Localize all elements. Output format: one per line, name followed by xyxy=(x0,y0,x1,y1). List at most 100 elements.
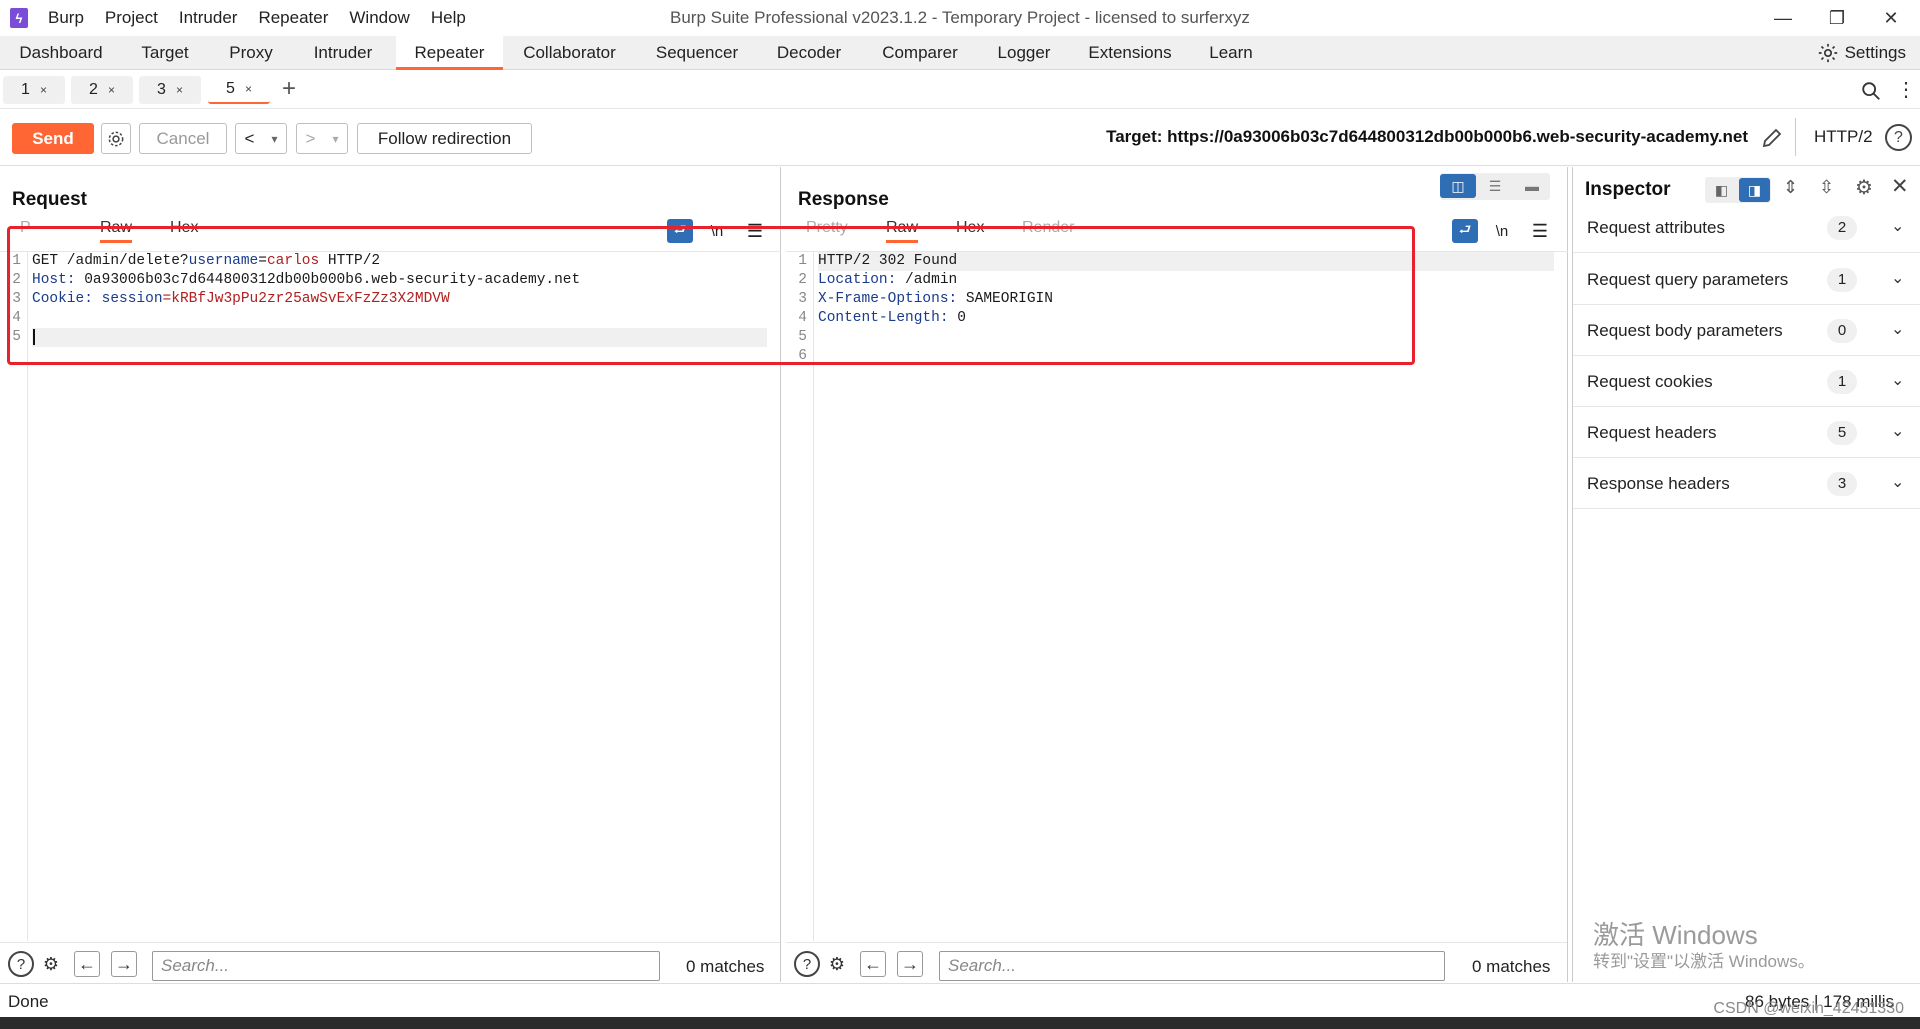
repeater-tab-1[interactable]: 1 × xyxy=(3,76,65,104)
forward-arrow-icon: > xyxy=(305,128,316,148)
menu-repeater[interactable]: Repeater xyxy=(258,8,328,28)
response-search-bar: ? ⚙ ← → Search... 0 matches xyxy=(786,942,1567,982)
close-icon[interactable]: ✕ xyxy=(1891,174,1909,199)
previous-match-icon[interactable]: ← xyxy=(860,951,886,977)
menu-project[interactable]: Project xyxy=(105,8,158,28)
next-match-icon[interactable]: → xyxy=(897,951,923,977)
inspector-row-request-cookies[interactable]: Request cookies 1 ⌄ xyxy=(1573,356,1920,407)
close-window-icon[interactable]: ✕ xyxy=(1871,4,1911,32)
inspector-row-query-parameters[interactable]: Request query parameters 1 ⌄ xyxy=(1573,254,1920,305)
close-tab-icon[interactable]: × xyxy=(108,83,115,97)
inspector-right-icon[interactable]: ◨ xyxy=(1739,178,1770,202)
show-newlines-icon[interactable]: \n xyxy=(1489,219,1515,243)
count-badge: 0 xyxy=(1827,319,1857,343)
settings-button[interactable]: Settings xyxy=(1817,36,1906,70)
count-badge: 2 xyxy=(1827,216,1857,240)
highlight-annotation-box xyxy=(7,226,1415,365)
send-options-button[interactable] xyxy=(101,123,131,154)
tab-repeater[interactable]: Repeater xyxy=(396,36,503,70)
tab-collaborator[interactable]: Collaborator xyxy=(512,36,627,70)
chevron-down-icon: ▾ xyxy=(271,131,278,146)
tab-comparer[interactable]: Comparer xyxy=(872,36,968,70)
menu-window[interactable]: Window xyxy=(349,8,409,28)
inspector-row-label: Response headers xyxy=(1587,474,1730,493)
tab-decoder[interactable]: Decoder xyxy=(768,36,850,70)
close-tab-icon[interactable]: × xyxy=(176,83,183,97)
close-tab-icon[interactable]: × xyxy=(245,82,252,96)
request-search-input[interactable]: Search... xyxy=(152,951,660,981)
restore-icon[interactable]: ❐ xyxy=(1817,4,1857,32)
chevron-down-icon[interactable]: ⌄ xyxy=(1891,421,1904,441)
title-bar: ϟ Burp Project Intruder Repeater Window … xyxy=(0,0,1920,36)
history-forward-button[interactable]: > ▾ xyxy=(296,123,348,154)
status-bar: Done 86 bytes | 178 millis CSDN @weixin_… xyxy=(0,983,1920,1017)
target-url[interactable]: Target: https://0a93006b03c7d644800312db… xyxy=(1106,127,1748,147)
next-match-icon[interactable]: → xyxy=(111,951,137,977)
count-badge: 3 xyxy=(1827,472,1857,496)
wrap-lines-icon[interactable]: ⮐ xyxy=(1452,219,1478,243)
gear-icon xyxy=(108,131,124,146)
help-icon[interactable]: ? xyxy=(1885,124,1912,151)
repeater-tab-3[interactable]: 3 × xyxy=(139,76,201,104)
repeater-tab-bar: 1 × 2 × 3 × 5 × + ⋮ xyxy=(0,71,1920,109)
inspector-row-request-attributes[interactable]: Request attributes 2 ⌄ xyxy=(1573,202,1920,253)
gear-icon[interactable]: ⚙ xyxy=(824,951,850,977)
previous-match-icon[interactable]: ← xyxy=(74,951,100,977)
chevron-down-icon[interactable]: ⌄ xyxy=(1891,370,1904,390)
gear-icon[interactable]: ⚙ xyxy=(1855,175,1873,200)
settings-label: Settings xyxy=(1844,43,1906,62)
inspector-row-label: Request attributes xyxy=(1587,218,1725,237)
menu-burp[interactable]: Burp xyxy=(48,8,84,28)
inspector-left-icon[interactable]: ◧ xyxy=(1706,178,1737,202)
tab-logger[interactable]: Logger xyxy=(988,36,1060,70)
tab-dashboard[interactable]: Dashboard xyxy=(8,36,114,70)
tab-target[interactable]: Target xyxy=(128,36,202,70)
minimize-icon[interactable]: — xyxy=(1763,4,1803,32)
repeater-tab-2[interactable]: 2 × xyxy=(71,76,133,104)
tab-proxy[interactable]: Proxy xyxy=(218,36,284,70)
cancel-button[interactable]: Cancel xyxy=(139,123,227,154)
stacked-icon[interactable]: ☰ xyxy=(1477,174,1513,198)
tab-label: 5 xyxy=(226,80,235,97)
count-badge: 1 xyxy=(1827,370,1857,394)
divider xyxy=(1795,118,1796,156)
chevron-down-icon[interactable]: ⌄ xyxy=(1891,319,1904,339)
expand-all-icon[interactable]: ⇕ xyxy=(1783,177,1798,198)
tab-label: 2 xyxy=(89,81,98,98)
http-version[interactable]: HTTP/2 xyxy=(1814,127,1873,147)
search-icon[interactable] xyxy=(1860,80,1882,102)
gear-icon[interactable]: ⚙ xyxy=(38,951,64,977)
send-button[interactable]: Send xyxy=(12,123,94,154)
inspector-row-label: Request body parameters xyxy=(1587,321,1783,340)
inspector-row-label: Request headers xyxy=(1587,423,1717,442)
chevron-down-icon[interactable]: ⌄ xyxy=(1891,216,1904,236)
help-icon[interactable]: ? xyxy=(794,951,820,977)
response-search-input[interactable]: Search... xyxy=(939,951,1445,981)
follow-redirection-button[interactable]: Follow redirection xyxy=(357,123,532,154)
repeater-tab-5[interactable]: 5 × xyxy=(208,76,270,104)
more-options-icon[interactable]: ⋮ xyxy=(1896,77,1916,102)
chevron-down-icon[interactable]: ⌄ xyxy=(1891,268,1904,288)
gear-icon xyxy=(1818,43,1837,63)
chevron-down-icon[interactable]: ⌄ xyxy=(1891,472,1904,492)
inspector-row-body-parameters[interactable]: Request body parameters 0 ⌄ xyxy=(1573,305,1920,356)
help-icon[interactable]: ? xyxy=(8,951,34,977)
collapse-all-icon[interactable]: ⇳ xyxy=(1819,177,1834,198)
menu-icon[interactable]: ☰ xyxy=(1527,219,1553,243)
add-tab-icon[interactable]: + xyxy=(282,75,296,103)
close-tab-icon[interactable]: × xyxy=(40,83,47,97)
side-by-side-icon[interactable]: ◫ xyxy=(1440,174,1476,198)
match-count: 0 matches xyxy=(1472,957,1551,976)
tab-intruder[interactable]: Intruder xyxy=(302,36,384,70)
history-back-button[interactable]: < ▾ xyxy=(235,123,287,154)
inspector-row-response-headers[interactable]: Response headers 3 ⌄ xyxy=(1573,458,1920,509)
edit-pencil-icon[interactable] xyxy=(1760,126,1784,150)
menu-help[interactable]: Help xyxy=(431,8,466,28)
menu-intruder[interactable]: Intruder xyxy=(179,8,238,28)
inspector-title: Inspector xyxy=(1585,179,1671,200)
inspector-row-request-headers[interactable]: Request headers 5 ⌄ xyxy=(1573,407,1920,458)
single-pane-icon[interactable]: ▬ xyxy=(1514,174,1550,198)
tab-learn[interactable]: Learn xyxy=(1200,36,1262,70)
tab-sequencer[interactable]: Sequencer xyxy=(646,36,748,70)
tab-extensions[interactable]: Extensions xyxy=(1080,36,1180,70)
